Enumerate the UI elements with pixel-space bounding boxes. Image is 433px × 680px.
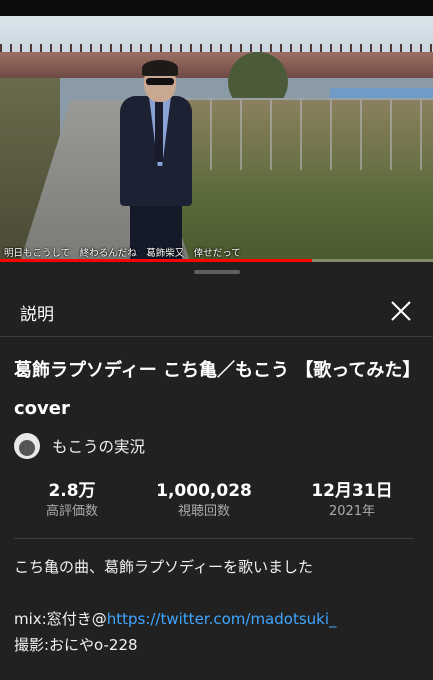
twitter-link[interactable]: https://twitter.com/madotsuki_ xyxy=(107,610,337,628)
stat-likes: 2.8万 高評価数 xyxy=(22,480,122,522)
description-mix-line: mix:窓付き@https://twitter.com/madotsuki_ xyxy=(14,606,424,632)
video-scene-fence xyxy=(180,98,433,170)
stat-views-label: 視聴回数 xyxy=(177,504,230,519)
channel-row[interactable]: もこうの実況 xyxy=(14,432,145,460)
video-title: 葛飾ラプソディー こち亀／もこう 【歌ってみた】 cover xyxy=(14,360,421,419)
stat-views-value: 1,000,028 xyxy=(156,481,252,501)
person-hair xyxy=(142,60,178,76)
description-text: こち亀の曲、葛飾ラプソディーを歌いました mix:窓付き@https://twi… xyxy=(14,554,424,658)
close-button[interactable] xyxy=(386,296,416,326)
video-player[interactable]: 明日もこうして 終わるんだね 葛飾柴又 倖せだって xyxy=(0,0,433,262)
stat-likes-label: 高評価数 xyxy=(45,504,98,519)
status-bar xyxy=(0,0,433,16)
stat-views: 1,000,028 視聴回数 xyxy=(148,480,260,522)
person-tie xyxy=(155,100,163,162)
mix-credit: mix:窓付き@ xyxy=(14,610,107,628)
person-sunglasses xyxy=(146,78,174,85)
stat-date-year: 2021年 xyxy=(328,504,376,519)
avatar[interactable] xyxy=(14,433,40,459)
close-icon xyxy=(391,301,411,321)
description-photo-line: 撮影:おにやo-228 xyxy=(14,636,138,654)
video-subtitle: 明日もこうして 終わるんだね 葛飾柴又 倖せだって xyxy=(4,248,241,259)
description-line: こち亀の曲、葛飾ラプソディーを歌いました xyxy=(14,558,313,576)
divider xyxy=(0,336,433,337)
drag-handle[interactable] xyxy=(194,270,240,274)
video-scene-bridge xyxy=(0,52,433,78)
description-sheet: 説明 葛飾ラプソディー こち亀／もこう 【歌ってみた】 cover もこうの実況… xyxy=(0,262,433,680)
sheet-title: 説明 xyxy=(20,305,54,325)
divider xyxy=(14,538,414,539)
channel-name[interactable]: もこうの実況 xyxy=(52,435,145,457)
stats-row: 2.8万 高評価数 1,000,028 視聴回数 12月31日 2021年 xyxy=(0,480,433,530)
stat-date: 12月31日 2021年 xyxy=(296,480,408,522)
stat-date-value: 12月31日 xyxy=(311,481,393,501)
stat-likes-value: 2.8万 xyxy=(48,481,96,501)
